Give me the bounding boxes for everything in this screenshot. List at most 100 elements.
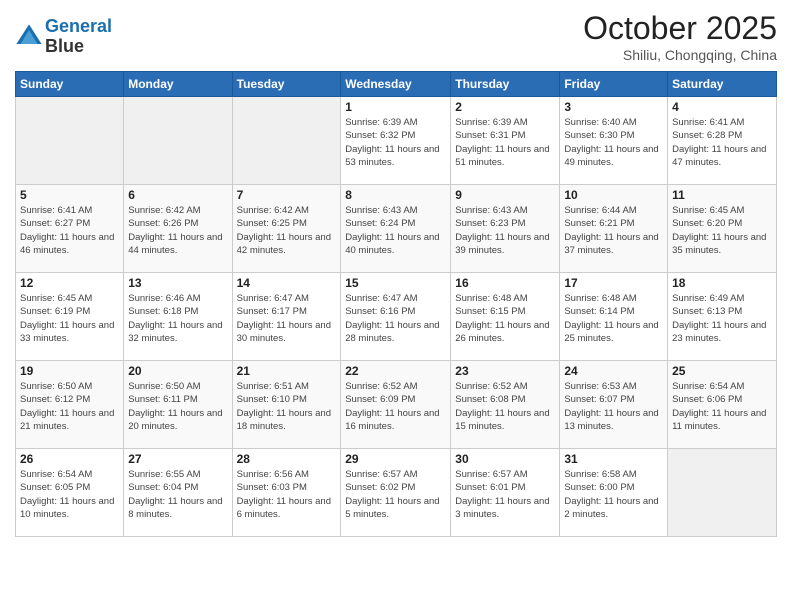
weekday-header-saturday: Saturday	[668, 72, 777, 97]
weekday-header-wednesday: Wednesday	[341, 72, 451, 97]
day-number: 1	[345, 100, 446, 114]
week-row-1: 5 Sunrise: 6:41 AM Sunset: 6:27 PM Daylig…	[16, 185, 777, 273]
logo-text: General Blue	[45, 17, 112, 57]
day-number: 12	[20, 276, 119, 290]
day-number: 6	[128, 188, 227, 202]
day-cell	[232, 97, 341, 185]
day-number: 28	[237, 452, 337, 466]
day-info: Sunrise: 6:39 AM Sunset: 6:31 PM Dayligh…	[455, 116, 555, 169]
day-number: 3	[564, 100, 663, 114]
day-cell: 3 Sunrise: 6:40 AM Sunset: 6:30 PM Daylig…	[560, 97, 668, 185]
day-number: 9	[455, 188, 555, 202]
week-row-3: 19 Sunrise: 6:50 AM Sunset: 6:12 PM Dayli…	[16, 361, 777, 449]
day-cell: 8Sunrise: 6:43 AM Sunset: 6:24 PM Daylig…	[341, 185, 451, 273]
header: General Blue October 2025 Shiliu, Chongq…	[15, 10, 777, 63]
day-number: 20	[128, 364, 227, 378]
day-cell: 30 Sunrise: 6:57 AM Sunset: 6:01 PM Dayli…	[451, 449, 560, 537]
day-cell: 12 Sunrise: 6:45 AM Sunset: 6:19 PM Dayli…	[16, 273, 124, 361]
day-cell: 17 Sunrise: 6:48 AM Sunset: 6:14 PM Dayli…	[560, 273, 668, 361]
day-info: Sunrise: 6:53 AM Sunset: 6:07 PM Dayligh…	[564, 380, 663, 433]
day-cell: 24Sunrise: 6:53 AM Sunset: 6:07 PM Dayli…	[560, 361, 668, 449]
day-info: Sunrise: 6:45 AM Sunset: 6:20 PM Dayligh…	[672, 204, 772, 257]
day-cell: 29Sunrise: 6:57 AM Sunset: 6:02 PM Dayli…	[341, 449, 451, 537]
logo-icon	[15, 23, 43, 51]
day-cell: 16 Sunrise: 6:48 AM Sunset: 6:15 PM Dayli…	[451, 273, 560, 361]
day-info: Sunrise: 6:57 AM Sunset: 6:02 PM Dayligh…	[345, 468, 446, 521]
day-number: 17	[564, 276, 663, 290]
day-number: 23	[455, 364, 555, 378]
day-info: Sunrise: 6:56 AM Sunset: 6:03 PM Dayligh…	[237, 468, 337, 521]
day-number: 15	[345, 276, 446, 290]
month-title: October 2025	[583, 10, 777, 47]
day-number: 14	[237, 276, 337, 290]
weekday-header-tuesday: Tuesday	[232, 72, 341, 97]
day-cell: 15 Sunrise: 6:47 AM Sunset: 6:16 PM Dayli…	[341, 273, 451, 361]
week-row-4: 26Sunrise: 6:54 AM Sunset: 6:05 PM Dayli…	[16, 449, 777, 537]
day-info: Sunrise: 6:47 AM Sunset: 6:16 PM Dayligh…	[345, 292, 446, 345]
day-cell: 14 Sunrise: 6:47 AM Sunset: 6:17 PM Dayli…	[232, 273, 341, 361]
day-cell: 1 Sunrise: 6:39 AM Sunset: 6:32 PM Daylig…	[341, 97, 451, 185]
day-info: Sunrise: 6:51 AM Sunset: 6:10 PM Dayligh…	[237, 380, 337, 433]
day-info: Sunrise: 6:44 AM Sunset: 6:21 PM Dayligh…	[564, 204, 663, 257]
weekday-header-monday: Monday	[124, 72, 232, 97]
weekday-header-row: SundayMondayTuesdayWednesdayThursdayFrid…	[16, 72, 777, 97]
day-number: 16	[455, 276, 555, 290]
logo-line2: Blue	[45, 37, 112, 57]
day-number: 30	[455, 452, 555, 466]
weekday-header-thursday: Thursday	[451, 72, 560, 97]
day-cell	[124, 97, 232, 185]
day-number: 4	[672, 100, 772, 114]
day-info: Sunrise: 6:39 AM Sunset: 6:32 PM Dayligh…	[345, 116, 446, 169]
day-info: Sunrise: 6:50 AM Sunset: 6:12 PM Dayligh…	[20, 380, 119, 433]
day-cell: 26Sunrise: 6:54 AM Sunset: 6:05 PM Dayli…	[16, 449, 124, 537]
day-cell: 13 Sunrise: 6:46 AM Sunset: 6:18 PM Dayli…	[124, 273, 232, 361]
day-info: Sunrise: 6:47 AM Sunset: 6:17 PM Dayligh…	[237, 292, 337, 345]
day-cell: 20 Sunrise: 6:50 AM Sunset: 6:11 PM Dayli…	[124, 361, 232, 449]
week-row-0: 1 Sunrise: 6:39 AM Sunset: 6:32 PM Daylig…	[16, 97, 777, 185]
day-number: 13	[128, 276, 227, 290]
day-info: Sunrise: 6:50 AM Sunset: 6:11 PM Dayligh…	[128, 380, 227, 433]
day-cell	[668, 449, 777, 537]
day-number: 26	[20, 452, 119, 466]
day-cell: 27 Sunrise: 6:55 AM Sunset: 6:04 PM Dayli…	[124, 449, 232, 537]
day-cell: 7Sunrise: 6:42 AM Sunset: 6:25 PM Daylig…	[232, 185, 341, 273]
day-info: Sunrise: 6:41 AM Sunset: 6:27 PM Dayligh…	[20, 204, 119, 257]
day-cell: 9 Sunrise: 6:43 AM Sunset: 6:23 PM Daylig…	[451, 185, 560, 273]
day-cell: 23 Sunrise: 6:52 AM Sunset: 6:08 PM Dayli…	[451, 361, 560, 449]
logo-line1: General	[45, 16, 112, 36]
day-info: Sunrise: 6:46 AM Sunset: 6:18 PM Dayligh…	[128, 292, 227, 345]
day-number: 5	[20, 188, 119, 202]
day-info: Sunrise: 6:52 AM Sunset: 6:08 PM Dayligh…	[455, 380, 555, 433]
day-number: 25	[672, 364, 772, 378]
day-info: Sunrise: 6:55 AM Sunset: 6:04 PM Dayligh…	[128, 468, 227, 521]
logo: General Blue	[15, 17, 112, 57]
day-cell: 4 Sunrise: 6:41 AM Sunset: 6:28 PM Daylig…	[668, 97, 777, 185]
day-number: 11	[672, 188, 772, 202]
day-number: 2	[455, 100, 555, 114]
day-cell: 22Sunrise: 6:52 AM Sunset: 6:09 PM Dayli…	[341, 361, 451, 449]
day-info: Sunrise: 6:52 AM Sunset: 6:09 PM Dayligh…	[345, 380, 446, 433]
day-cell: 28 Sunrise: 6:56 AM Sunset: 6:03 PM Dayli…	[232, 449, 341, 537]
day-info: Sunrise: 6:48 AM Sunset: 6:15 PM Dayligh…	[455, 292, 555, 345]
day-cell: 6Sunrise: 6:42 AM Sunset: 6:26 PM Daylig…	[124, 185, 232, 273]
day-number: 31	[564, 452, 663, 466]
weekday-header-friday: Friday	[560, 72, 668, 97]
day-info: Sunrise: 6:40 AM Sunset: 6:30 PM Dayligh…	[564, 116, 663, 169]
title-block: October 2025 Shiliu, Chongqing, China	[583, 10, 777, 63]
day-number: 7	[237, 188, 337, 202]
day-cell: 5 Sunrise: 6:41 AM Sunset: 6:27 PM Daylig…	[16, 185, 124, 273]
day-info: Sunrise: 6:45 AM Sunset: 6:19 PM Dayligh…	[20, 292, 119, 345]
day-number: 10	[564, 188, 663, 202]
day-cell: 2 Sunrise: 6:39 AM Sunset: 6:31 PM Daylig…	[451, 97, 560, 185]
day-info: Sunrise: 6:54 AM Sunset: 6:06 PM Dayligh…	[672, 380, 772, 433]
day-number: 27	[128, 452, 227, 466]
day-cell	[16, 97, 124, 185]
day-cell: 11 Sunrise: 6:45 AM Sunset: 6:20 PM Dayli…	[668, 185, 777, 273]
day-info: Sunrise: 6:57 AM Sunset: 6:01 PM Dayligh…	[455, 468, 555, 521]
day-info: Sunrise: 6:41 AM Sunset: 6:28 PM Dayligh…	[672, 116, 772, 169]
day-info: Sunrise: 6:48 AM Sunset: 6:14 PM Dayligh…	[564, 292, 663, 345]
day-info: Sunrise: 6:43 AM Sunset: 6:23 PM Dayligh…	[455, 204, 555, 257]
day-cell: 21Sunrise: 6:51 AM Sunset: 6:10 PM Dayli…	[232, 361, 341, 449]
day-number: 19	[20, 364, 119, 378]
day-cell: 18Sunrise: 6:49 AM Sunset: 6:13 PM Dayli…	[668, 273, 777, 361]
